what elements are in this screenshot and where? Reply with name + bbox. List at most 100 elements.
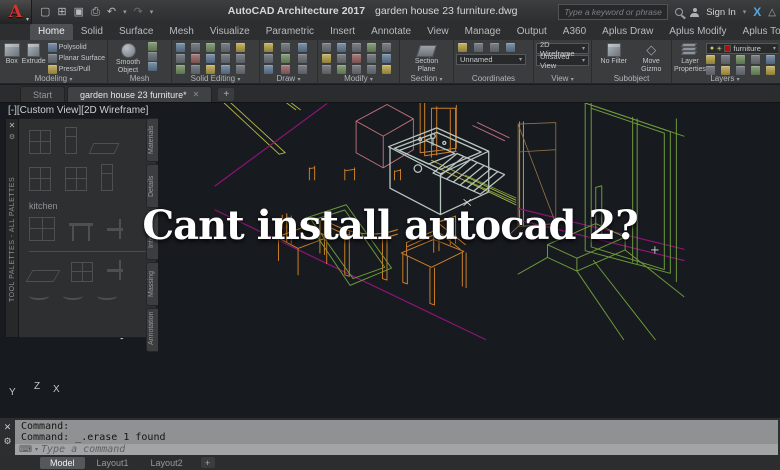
solid-edit-icon[interactable] <box>191 43 200 52</box>
palette-tool-armchair[interactable] <box>107 260 123 282</box>
layout-tab-layout2[interactable]: Layout2 <box>141 457 193 469</box>
solid-edit-icon[interactable] <box>176 43 185 52</box>
box-button[interactable]: Box <box>2 42 22 66</box>
layout-tab-model[interactable]: Model <box>40 456 85 469</box>
app-menu-button[interactable]: A ▾ <box>0 0 32 24</box>
layer-tool-icon[interactable] <box>750 55 760 64</box>
panel-label-subobject[interactable]: Subobject <box>592 73 671 84</box>
draw-tool-icon[interactable] <box>298 54 307 63</box>
ribbon-tab-aplus-modify[interactable]: Aplus Modify <box>661 24 734 40</box>
ucs-named-dropdown[interactable]: Unnamed ▾ <box>456 54 526 65</box>
ribbon-tab-view[interactable]: View <box>419 24 457 40</box>
autodesk-exchange-icon[interactable]: Χ <box>753 5 761 19</box>
extrude-button[interactable]: Extrude <box>22 42 46 66</box>
solid-edit-icon[interactable] <box>221 54 230 63</box>
no-filter-button[interactable]: No Filter <box>595 42 633 66</box>
modify-tool-icon[interactable] <box>382 43 391 52</box>
file-tab-start[interactable]: Start <box>20 86 66 102</box>
help-search-input[interactable] <box>558 4 669 20</box>
ribbon-tab-aplus-draw[interactable]: Aplus Draw <box>594 24 661 40</box>
section-plane-button[interactable]: Section Plane <box>405 42 449 74</box>
draw-tool-icon[interactable] <box>264 54 273 63</box>
named-view-dropdown[interactable]: Unsaved View ▾ <box>536 52 589 70</box>
solid-edit-icon[interactable] <box>206 43 215 52</box>
layout-tab-layout1[interactable]: Layout1 <box>87 457 139 469</box>
palette-tool-nightstand[interactable] <box>71 262 93 282</box>
save-icon[interactable]: ▣ <box>74 6 84 18</box>
palette-tool-arc[interactable] <box>63 292 83 300</box>
panel-label-layers[interactable]: Layers ▾ <box>672 73 778 84</box>
mesh-tool-icon[interactable] <box>148 62 157 71</box>
palette-tool-pantry[interactable] <box>101 164 113 191</box>
draw-tool-icon[interactable] <box>264 43 273 52</box>
ucs-tool-icon[interactable] <box>458 43 467 52</box>
modify-tool-icon[interactable] <box>337 54 346 63</box>
solid-edit-icon[interactable] <box>191 54 200 63</box>
close-icon[interactable]: ✕ <box>193 90 200 99</box>
open-file-icon[interactable]: ⊞ <box>57 6 66 18</box>
solid-edit-icon[interactable] <box>236 54 245 63</box>
signin-dropdown-icon[interactable]: ▾ <box>743 8 747 16</box>
ribbon-tab-surface[interactable]: Surface <box>111 24 161 40</box>
modify-tool-icon[interactable] <box>382 54 391 63</box>
layer-tool-icon[interactable] <box>765 55 775 64</box>
close-icon[interactable]: ✕ <box>9 122 16 130</box>
undo-dropdown-icon[interactable]: ▾ <box>123 9 127 16</box>
layer-tool-icon[interactable] <box>705 55 715 64</box>
search-icon[interactable] <box>675 8 684 16</box>
ribbon-tab-insert[interactable]: Insert <box>322 24 363 40</box>
planar-surface-button[interactable]: Planar Surface <box>47 53 105 63</box>
modify-tool-icon[interactable] <box>322 43 331 52</box>
ribbon-tab-a360[interactable]: A360 <box>555 24 594 40</box>
ucs-tool-icon[interactable] <box>474 43 483 52</box>
solid-edit-icon[interactable] <box>176 54 185 63</box>
modify-tool-icon[interactable] <box>352 43 361 52</box>
gear-icon[interactable]: ⚙ <box>9 134 15 141</box>
modify-tool-icon[interactable] <box>367 43 376 52</box>
panel-label-solid-editing[interactable]: Solid Editing ▾ <box>172 73 259 84</box>
panel-label-view[interactable]: View ▾ <box>534 73 591 84</box>
plot-icon[interactable]: ⎙ <box>91 6 100 18</box>
ribbon-tab-visualize[interactable]: Visualize <box>202 24 258 40</box>
layer-tool-icon[interactable] <box>720 55 730 64</box>
panel-label-coordinates[interactable]: Coordinates <box>454 73 533 84</box>
solid-edit-icon[interactable] <box>206 54 215 63</box>
help-icon[interactable]: △ <box>768 7 776 18</box>
smooth-object-button[interactable]: Smooth Object <box>110 42 146 75</box>
ribbon-tab-solid[interactable]: Solid <box>73 24 111 40</box>
draw-tool-icon[interactable] <box>281 43 290 52</box>
draw-tool-icon[interactable] <box>298 43 307 52</box>
close-icon[interactable]: ✕ <box>4 423 12 432</box>
modify-tool-icon[interactable] <box>322 54 331 63</box>
palette-tool-sink[interactable] <box>88 143 120 154</box>
palette-tool-chair[interactable] <box>107 219 123 241</box>
layer-dropdown[interactable]: ● ☀ furniture ▾ <box>705 43 778 54</box>
modify-tool-icon[interactable] <box>367 54 376 63</box>
panel-label-section[interactable]: Section ▾ <box>400 73 453 84</box>
palette-tool-bed[interactable] <box>25 270 61 282</box>
palette-tool-wardrobe[interactable] <box>29 217 55 241</box>
redo-icon[interactable]: ↷ <box>134 6 143 18</box>
chevron-down-icon[interactable]: ▾ <box>35 446 38 453</box>
palette-tool-tall-cabinet[interactable] <box>65 127 77 154</box>
palette-tool-base-cabinet[interactable] <box>29 167 51 191</box>
palette-tool-arc[interactable] <box>97 292 117 300</box>
ribbon-tab-manage[interactable]: Manage <box>457 24 509 40</box>
qat-dropdown-icon[interactable]: ▾ <box>150 9 154 16</box>
ribbon-tab-home[interactable]: Home <box>30 24 73 40</box>
palette-tab-massing[interactable]: Massing <box>146 262 158 306</box>
ribbon-tab-mesh[interactable]: Mesh <box>161 24 201 40</box>
panel-label-modify[interactable]: Modify ▾ <box>318 73 399 84</box>
ribbon-tab-aplus-tools[interactable]: Aplus Tools <box>735 24 780 40</box>
palette-tool-cabinet[interactable] <box>29 130 51 154</box>
move-gizmo-button[interactable]: ◇ Move Gizmo <box>634 42 668 74</box>
viewport-controls[interactable]: [-][Custom View][2D Wireframe] <box>8 105 148 116</box>
palette-tab-materials[interactable]: Materials <box>146 118 158 162</box>
ucs-tool-icon[interactable] <box>506 43 515 52</box>
command-input[interactable] <box>41 444 774 455</box>
panel-label-draw[interactable]: Draw ▾ <box>260 73 317 84</box>
solid-edit-icon[interactable] <box>221 43 230 52</box>
command-history[interactable]: Command: Command: _.erase 1 found <box>15 420 778 444</box>
draw-tool-icon[interactable] <box>281 54 290 63</box>
mesh-tool-icon[interactable] <box>148 52 157 61</box>
